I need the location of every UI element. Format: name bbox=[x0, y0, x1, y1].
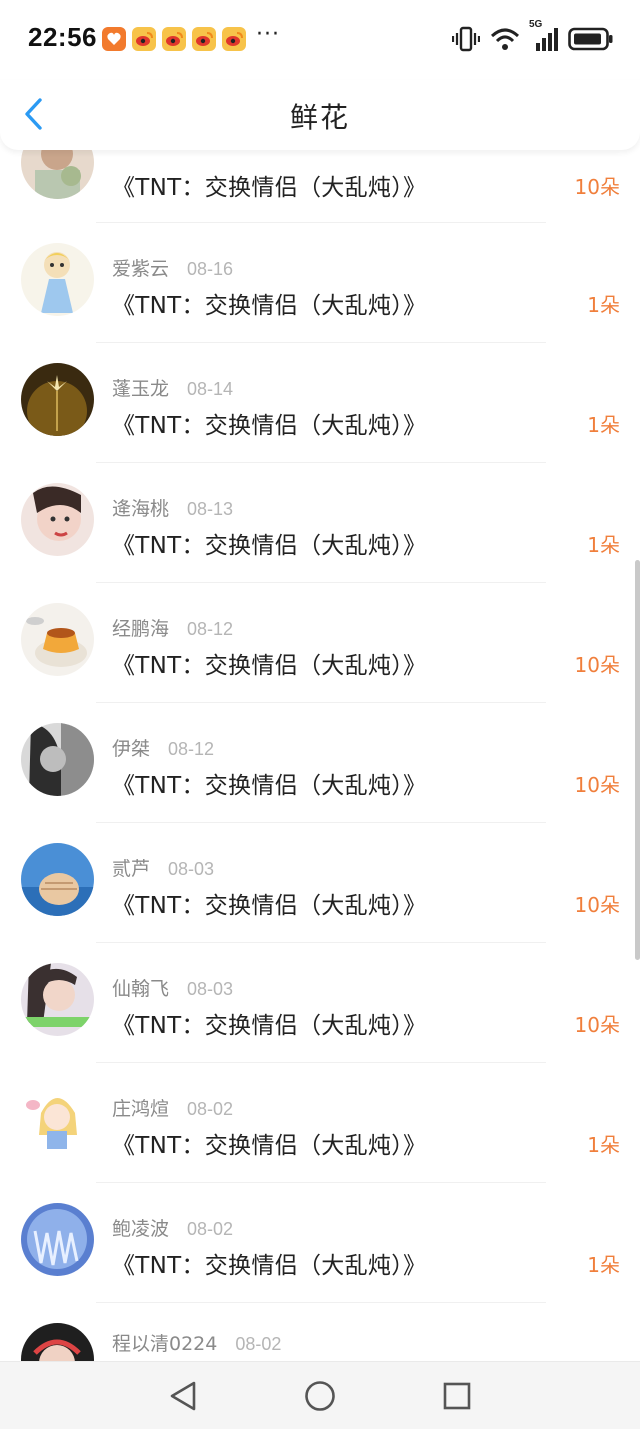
avatar[interactable] bbox=[21, 363, 94, 436]
system-icons: 5G bbox=[452, 19, 614, 52]
avatar[interactable] bbox=[21, 483, 94, 556]
list-item[interactable]: 伊桀 08-12 《TNT：交换情侣（大乱炖）》 10朵 bbox=[0, 703, 640, 823]
weibo-icon bbox=[132, 27, 156, 51]
flower-count: 10朵 bbox=[574, 175, 620, 199]
weibo-icon bbox=[222, 27, 246, 51]
date: 08-16 bbox=[187, 259, 234, 279]
book-title: 《TNT：交换情侣（大乱炖）》 bbox=[112, 653, 427, 679]
battery-icon bbox=[568, 27, 614, 51]
user-name: 逄海桃 08-13 bbox=[112, 498, 234, 520]
triangle-back-icon bbox=[170, 1381, 196, 1411]
notification-icons bbox=[102, 27, 246, 51]
user-name: 爱紫云 08-16 bbox=[112, 258, 234, 280]
nav-recent-button[interactable] bbox=[440, 1379, 474, 1413]
date: 08-03 bbox=[168, 859, 215, 879]
date: 08-12 bbox=[168, 739, 215, 759]
date: 08-03 bbox=[187, 979, 234, 999]
user-name: 伊桀 08-12 bbox=[112, 738, 215, 760]
flower-count: 10朵 bbox=[574, 893, 620, 917]
list-item[interactable]: 鲍凌波 08-02 《TNT：交换情侣（大乱炖）》 1朵 bbox=[0, 1183, 640, 1303]
app-header: 鲜花 bbox=[0, 80, 640, 150]
date: 08-12 bbox=[187, 619, 234, 639]
weibo-icon bbox=[162, 27, 186, 51]
clock: 22:56 bbox=[28, 22, 97, 52]
book-title: 《TNT：交换情侣（大乱炖）》 bbox=[112, 1133, 427, 1159]
avatar[interactable] bbox=[21, 1323, 94, 1362]
list-item[interactable]: 逄海桃 08-13 《TNT：交换情侣（大乱炖）》 1朵 bbox=[0, 463, 640, 583]
book-title: 《TNT：交换情侣（大乱炖）》 bbox=[112, 1013, 427, 1039]
user-name: 程以清0224 08-02 bbox=[112, 1333, 282, 1355]
list-item[interactable]: 庄鸿煊 08-02 《TNT：交换情侣（大乱炖）》 1朵 bbox=[0, 1063, 640, 1183]
system-nav-bar bbox=[0, 1361, 640, 1429]
nav-back-button[interactable] bbox=[166, 1379, 200, 1413]
flower-count: 1朵 bbox=[587, 1133, 620, 1157]
book-title: 《TNT：交换情侣（大乱炖）》 bbox=[112, 533, 427, 559]
user-name: 庄鸿煊 08-02 bbox=[112, 1098, 234, 1120]
date: 08-02 bbox=[187, 1219, 234, 1239]
list-item[interactable]: 蓬玉龙 08-14 《TNT：交换情侣（大乱炖）》 1朵 bbox=[0, 343, 640, 463]
square-recent-icon bbox=[443, 1382, 471, 1410]
date: 08-13 bbox=[187, 499, 234, 519]
flower-list[interactable]: 《TNT：交换情侣（大乱炖）》 10朵 爱紫云 08-16 《TNT：交换情侣（大… bbox=[0, 0, 640, 1362]
avatar[interactable] bbox=[21, 1203, 94, 1276]
book-title: 《TNT：交换情侣（大乱炖）》 bbox=[112, 893, 427, 919]
list-item[interactable]: 仙翰飞 08-03 《TNT：交换情侣（大乱炖）》 10朵 bbox=[0, 943, 640, 1063]
page-title: 鲜花 bbox=[289, 101, 350, 134]
signal-icon: 5G bbox=[529, 19, 558, 51]
wifi-icon bbox=[490, 27, 520, 51]
avatar[interactable] bbox=[21, 243, 94, 316]
circle-home-icon bbox=[305, 1381, 335, 1411]
user-name: 鲍凌波 08-02 bbox=[112, 1218, 234, 1240]
avatar[interactable] bbox=[21, 1083, 94, 1156]
avatar[interactable] bbox=[21, 963, 94, 1036]
user-name: 蓬玉龙 08-14 bbox=[112, 378, 234, 400]
avatar[interactable] bbox=[21, 603, 94, 676]
status-bar: 22:56 ··· 5G bbox=[0, 0, 640, 80]
date: 08-14 bbox=[187, 379, 234, 399]
book-title: 《TNT：交换情侣（大乱炖）》 bbox=[112, 293, 427, 319]
user-name: 仙翰飞 08-03 bbox=[112, 978, 234, 1000]
vibrate-icon bbox=[452, 26, 480, 52]
book-title: 《TNT：交换情侣（大乱炖）》 bbox=[112, 773, 427, 799]
user-name: 贰芦 08-03 bbox=[112, 858, 215, 880]
scrollbar[interactable] bbox=[635, 560, 640, 960]
date: 08-02 bbox=[235, 1334, 282, 1354]
nav-home-button[interactable] bbox=[303, 1379, 337, 1413]
avatar[interactable] bbox=[21, 723, 94, 796]
list-item[interactable]: 程以清0224 08-02 bbox=[0, 1303, 640, 1362]
more-notifications-icon: ··· bbox=[256, 22, 280, 47]
book-title: 《TNT：交换情侣（大乱炖）》 bbox=[112, 175, 427, 201]
flower-count: 1朵 bbox=[587, 293, 620, 317]
book-title: 《TNT：交换情侣（大乱炖）》 bbox=[112, 413, 427, 439]
flower-count: 1朵 bbox=[587, 533, 620, 557]
flower-count: 1朵 bbox=[587, 413, 620, 437]
user-name: 经鹏海 08-12 bbox=[112, 618, 234, 640]
weibo-icon bbox=[192, 27, 216, 51]
list-item[interactable]: 贰芦 08-03 《TNT：交换情侣（大乱炖）》 10朵 bbox=[0, 823, 640, 943]
flower-count: 10朵 bbox=[574, 653, 620, 677]
avatar[interactable] bbox=[21, 843, 94, 916]
flower-count: 1朵 bbox=[587, 1253, 620, 1277]
flower-count: 10朵 bbox=[574, 1013, 620, 1037]
app-icon bbox=[102, 27, 126, 51]
book-title: 《TNT：交换情侣（大乱炖）》 bbox=[112, 1253, 427, 1279]
list-item[interactable]: 爱紫云 08-16 《TNT：交换情侣（大乱炖）》 1朵 bbox=[0, 223, 640, 343]
date: 08-02 bbox=[187, 1099, 234, 1119]
list-item[interactable]: 经鹏海 08-12 《TNT：交换情侣（大乱炖）》 10朵 bbox=[0, 583, 640, 703]
flower-count: 10朵 bbox=[574, 773, 620, 797]
